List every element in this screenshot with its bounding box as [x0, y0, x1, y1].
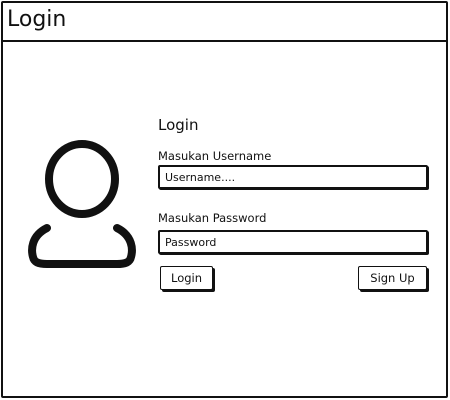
- login-window: Login Login Masukan Username Masukan Pas…: [1, 1, 448, 398]
- login-button[interactable]: Login: [160, 266, 213, 290]
- password-input[interactable]: [158, 230, 428, 254]
- form-title: Login: [158, 116, 199, 134]
- username-input[interactable]: [158, 165, 428, 189]
- window-title: Login: [7, 7, 67, 32]
- user-icon-head: [45, 140, 119, 218]
- user-icon-body: [28, 224, 136, 268]
- password-label: Masukan Password: [158, 211, 267, 225]
- user-icon: [28, 140, 136, 268]
- signup-button[interactable]: Sign Up: [358, 266, 427, 290]
- title-bar: Login: [3, 3, 446, 42]
- username-label: Masukan Username: [158, 149, 272, 163]
